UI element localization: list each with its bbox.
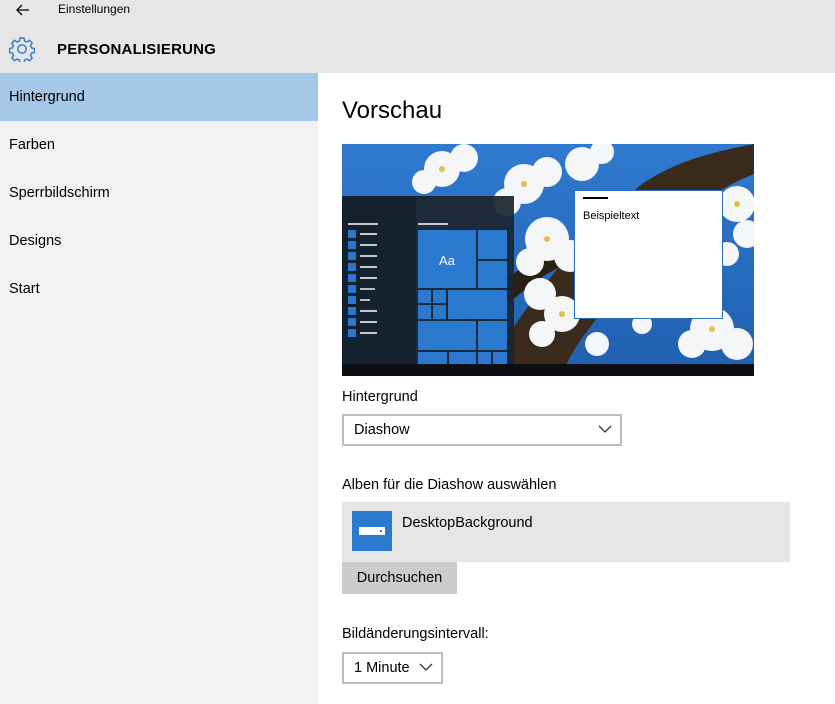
interval-dropdown[interactable]: 1 Minute xyxy=(342,652,443,684)
sample-text: Beispieltext xyxy=(583,210,640,222)
background-label: Hintergrund xyxy=(342,389,418,405)
app-title: Einstellungen xyxy=(58,2,131,16)
main-content: Vorschau Aa Beispieltext Hintergrund Dia… xyxy=(318,73,835,704)
background-dropdown-value: Diashow xyxy=(354,422,410,438)
section-title: PERSONALISIERUNG xyxy=(57,41,217,58)
tile-label: Aa xyxy=(439,253,456,268)
desktop-preview: Aa Beispieltext xyxy=(342,144,754,376)
title-bar: Einstellungen PERSONALISIERUNG xyxy=(0,0,835,73)
back-button[interactable] xyxy=(8,0,38,20)
sidebar-item-start[interactable]: Start xyxy=(0,265,318,313)
album-name: DesktopBackground xyxy=(402,515,533,531)
background-dropdown[interactable]: Diashow xyxy=(342,414,622,446)
folder-icon xyxy=(352,511,392,551)
back-arrow-icon xyxy=(16,4,29,16)
sidebar-item-farben[interactable]: Farben xyxy=(0,121,318,169)
sidebar-item-sperrbildschirm[interactable]: Sperrbildschirm xyxy=(0,169,318,217)
browse-button[interactable]: Durchsuchen xyxy=(342,562,457,594)
sample-window-bar xyxy=(583,197,608,199)
chevron-down-icon xyxy=(419,663,433,671)
sidebar-item-designs[interactable]: Designs xyxy=(0,217,318,265)
sample-window: Beispieltext xyxy=(574,190,723,319)
gear-icon xyxy=(9,37,35,62)
chevron-down-icon xyxy=(598,425,612,433)
albums-label: Alben für die Diashow auswählen xyxy=(342,477,557,493)
album-item[interactable]: DesktopBackground xyxy=(342,502,790,562)
interval-label: Bildänderungsintervall: xyxy=(342,626,489,642)
sidebar-item-hintergrund[interactable]: Hintergrund xyxy=(0,73,318,121)
sidebar: Hintergrund Farben Sperrbildschirm Desig… xyxy=(0,73,318,704)
interval-dropdown-value: 1 Minute xyxy=(354,660,410,676)
page-title: Vorschau xyxy=(342,97,443,124)
